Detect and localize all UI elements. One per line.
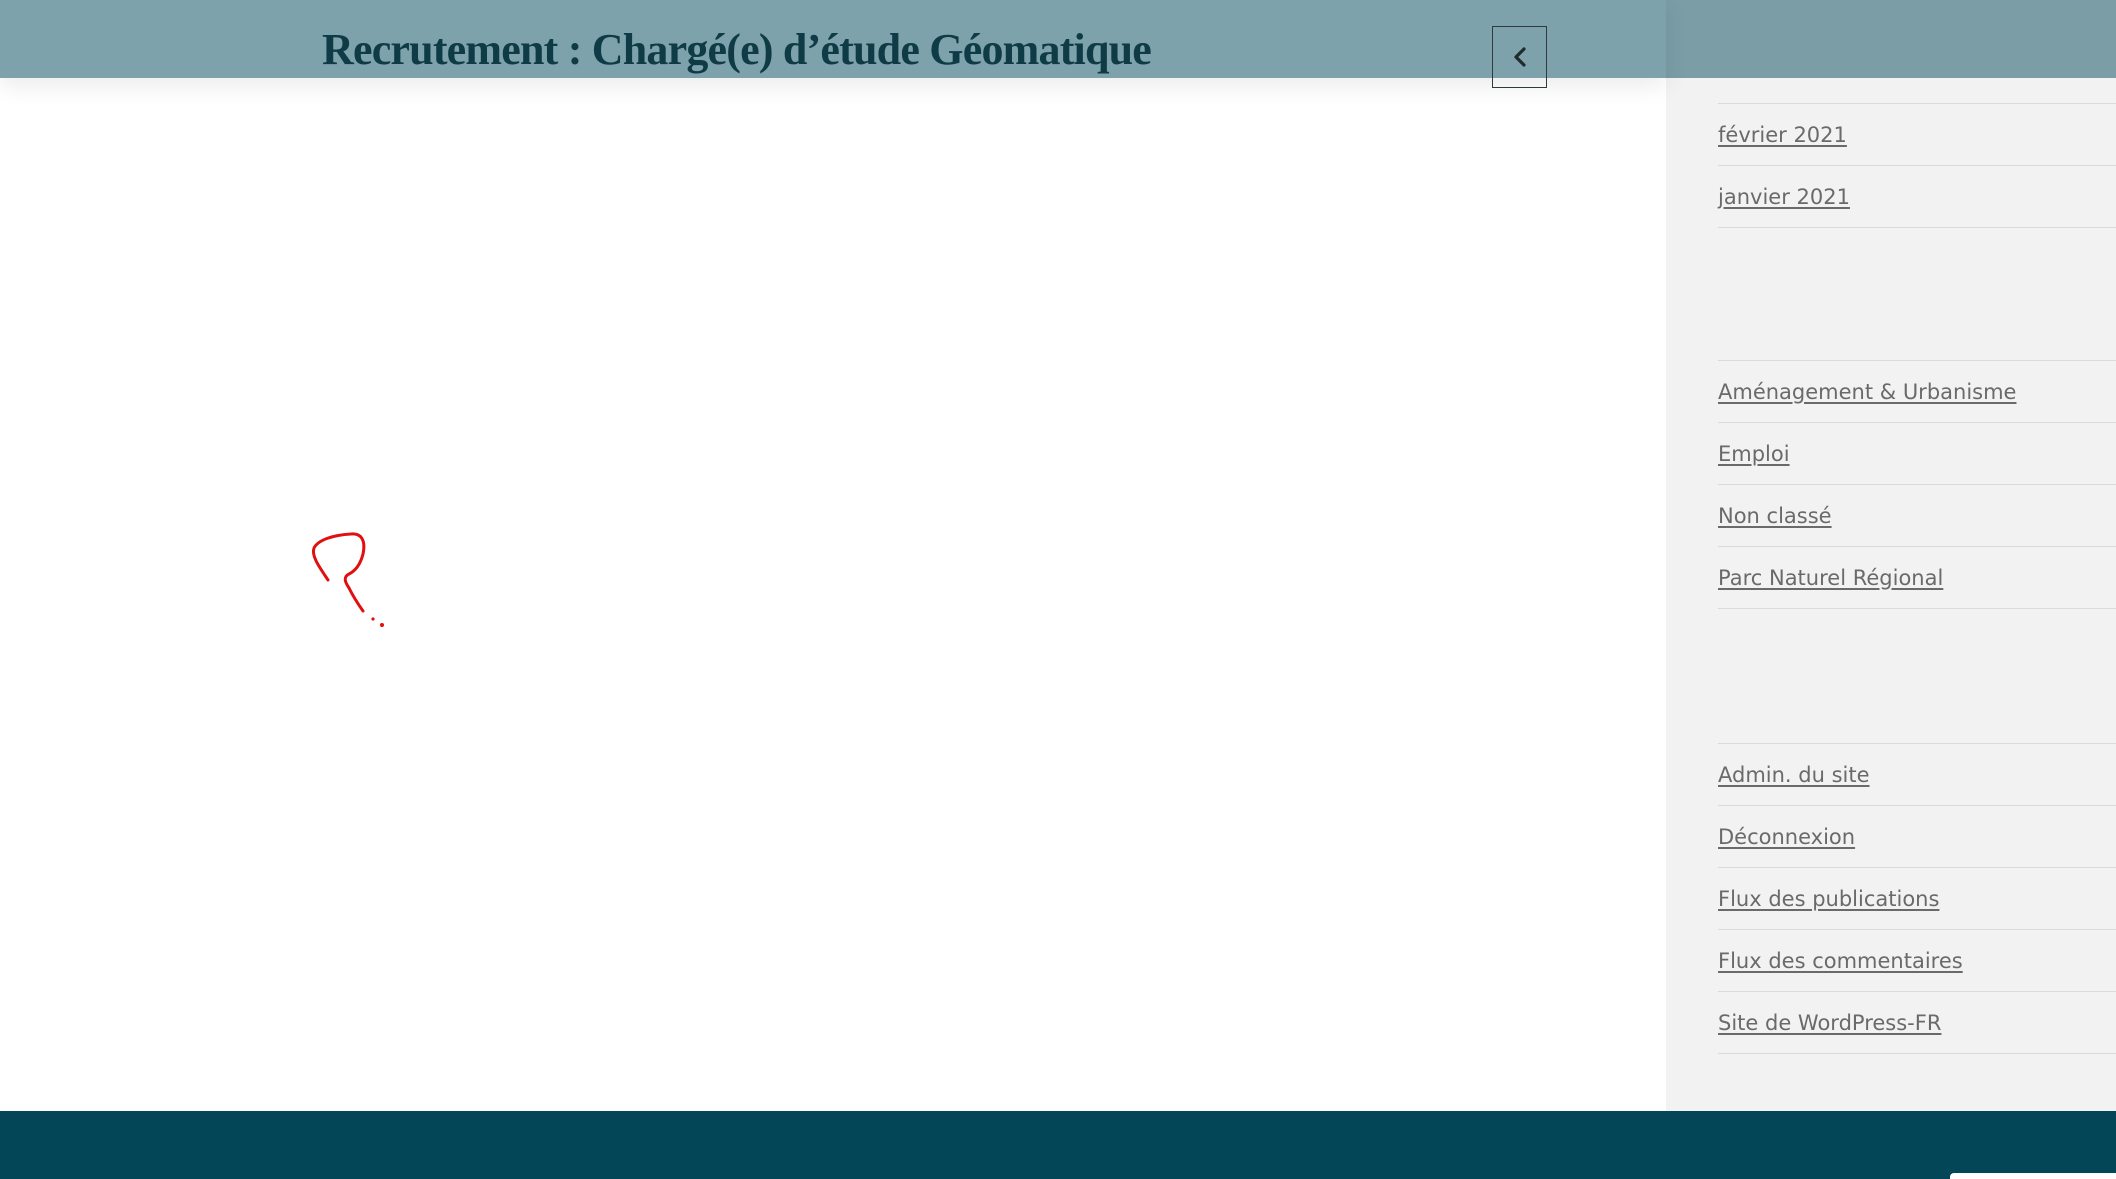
page-title: Recrutement : Chargé(e) d’étude Géomatiq…: [322, 25, 1152, 74]
category-item-non-classe: Non classé: [1718, 485, 2116, 547]
archives-list: février 2021 janvier 2021: [1718, 103, 2116, 228]
site-footer: [0, 1111, 2116, 1179]
category-link-parc-naturel-regional[interactable]: Parc Naturel Régional: [1718, 566, 1943, 590]
page: Recrutement : Chargé(e) d’étude Géomatiq…: [0, 0, 2116, 1179]
meta-link-admin-du-site[interactable]: Admin. du site: [1718, 763, 1870, 787]
categories-list: Aménagement & Urbanisme Emploi Non class…: [1718, 360, 2116, 609]
category-link-amenagement-urbanisme[interactable]: Aménagement & Urbanisme: [1718, 380, 2016, 404]
archive-link-janvier-2021[interactable]: janvier 2021: [1718, 185, 1850, 209]
meta-item-flux-commentaires: Flux des commentaires: [1718, 930, 2116, 992]
archive-item-janvier-2021: janvier 2021: [1718, 166, 2116, 228]
category-link-non-classe[interactable]: Non classé: [1718, 504, 1832, 528]
meta-item-flux-publications: Flux des publications: [1718, 868, 2116, 930]
meta-item-wordpress-fr: Site de WordPress-FR: [1718, 992, 2116, 1054]
meta-list: Admin. du site Déconnexion Flux des publ…: [1718, 743, 2116, 1054]
meta-link-deconnexion[interactable]: Déconnexion: [1718, 825, 1855, 849]
category-link-emploi[interactable]: Emploi: [1718, 442, 1790, 466]
meta-link-flux-des-publications[interactable]: Flux des publications: [1718, 887, 1939, 911]
footer-corner-tab: [1950, 1173, 2116, 1179]
meta-link-flux-des-commentaires[interactable]: Flux des commentaires: [1718, 949, 1963, 973]
meta-item-admin: Admin. du site: [1718, 744, 2116, 806]
main-content: [0, 78, 1666, 1179]
header-bar: Recrutement : Chargé(e) d’étude Géomatiq…: [0, 0, 1666, 78]
archive-link-fevrier-2021[interactable]: février 2021: [1718, 123, 1847, 147]
sidebar: février 2021 janvier 2021 Aménagement & …: [1666, 0, 2116, 1111]
red-scribble-annotation: [305, 528, 395, 642]
sidebar-header-strip: [1666, 0, 2116, 78]
back-button[interactable]: [1492, 26, 1547, 88]
category-item-parc-naturel: Parc Naturel Régional: [1718, 547, 2116, 609]
meta-item-deconnexion: Déconnexion: [1718, 806, 2116, 868]
category-item-emploi: Emploi: [1718, 423, 2116, 485]
archive-item-fevrier-2021: février 2021: [1718, 104, 2116, 166]
category-item-amenagement: Aménagement & Urbanisme: [1718, 361, 2116, 423]
chevron-left-icon: [1511, 46, 1529, 68]
meta-link-site-de-wordpress-fr[interactable]: Site de WordPress-FR: [1718, 1011, 1941, 1035]
